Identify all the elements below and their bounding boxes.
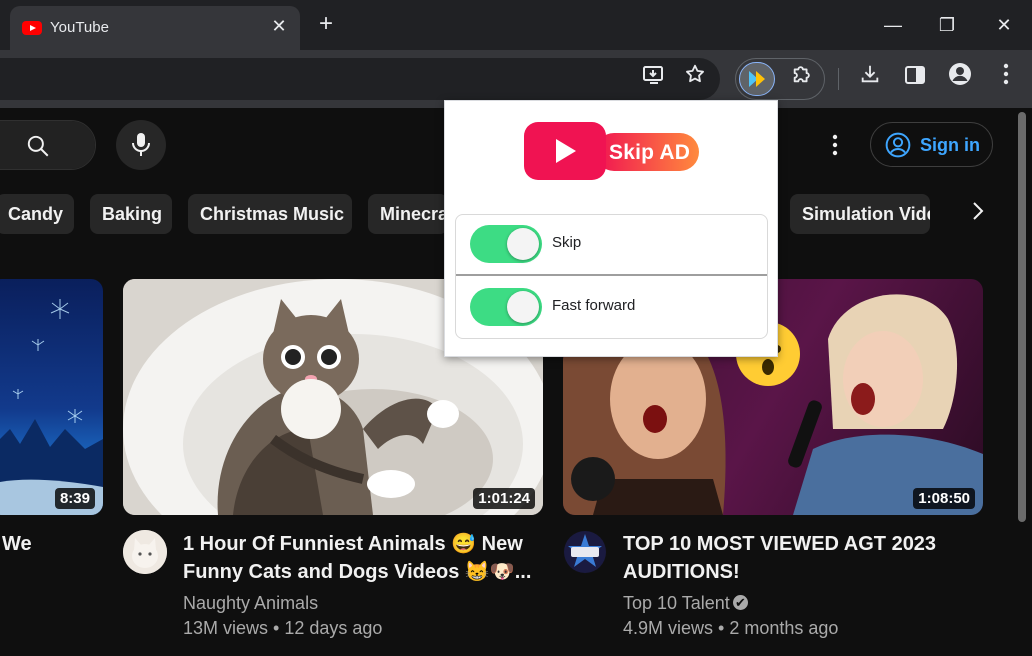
sign-in-label: Sign in	[920, 135, 980, 155]
video-title-line-1[interactable]: 1 Hour Of Funniest Animals 😅 New	[183, 530, 523, 558]
extensions-group	[735, 58, 825, 100]
option-skip: Skip	[456, 215, 767, 276]
voice-search-button[interactable]	[116, 120, 166, 170]
chips-next-chevron-icon[interactable]	[962, 198, 994, 230]
extensions-puzzle-icon[interactable]	[785, 62, 819, 96]
video-title-line-2[interactable]: AUDITIONS!	[623, 558, 740, 586]
video-meta: 13M views • 12 days ago	[183, 618, 383, 638]
restore-window-button[interactable]: ❐	[932, 10, 962, 40]
channel-name[interactable]: Top 10 Talent	[623, 593, 730, 614]
minimize-window-button[interactable]: —	[878, 10, 908, 40]
top10-talent-avatar-image	[564, 531, 606, 573]
skip-ad-logo-text: Skip AD	[609, 141, 691, 164]
chip-christmas-music[interactable]: Christmas Music	[188, 194, 352, 234]
new-tab-button[interactable]: +	[313, 11, 339, 37]
more-vert-icon	[832, 134, 838, 156]
search-button[interactable]	[0, 121, 95, 169]
page-scrollbar[interactable]	[1018, 112, 1026, 522]
browser-tab-strip: YouTube ✕ + — ❐ ✕	[0, 0, 1032, 50]
tab-close-icon[interactable]: ✕	[268, 15, 290, 37]
tab-title: YouTube	[50, 19, 109, 36]
bookmark-star-icon[interactable]	[678, 62, 712, 96]
chip-candy[interactable]: Candy	[0, 194, 74, 234]
microphone-icon	[132, 133, 150, 156]
side-panel-icon[interactable]	[898, 62, 932, 96]
video-meta: 4.9M views • 2 months ago	[623, 618, 839, 638]
skip-toggle[interactable]	[470, 225, 542, 263]
video-duration: 8:39	[54, 488, 95, 509]
close-window-button[interactable]: ✕	[989, 10, 1019, 40]
skip-label: Skip	[552, 234, 582, 251]
toggle-knob	[507, 228, 539, 260]
video-thumbnail[interactable]: 8:39	[0, 279, 103, 515]
sign-in-button[interactable]: Sign in	[870, 122, 993, 167]
search-box[interactable]	[0, 120, 96, 170]
youtube-favicon-icon	[22, 21, 42, 35]
video-duration: 1:01:24	[473, 488, 535, 509]
fireworks-thumbnail-image	[0, 299, 103, 515]
chrome-menu-icon[interactable]	[989, 62, 1023, 96]
verified-badge-icon: ✔	[733, 595, 748, 610]
options-panel: Skip Fast forward	[455, 214, 768, 339]
chip-baking[interactable]: Baking	[90, 194, 172, 234]
channel-avatar[interactable]	[123, 530, 167, 574]
install-app-icon[interactable]	[637, 62, 671, 96]
video-title-line-1[interactable]: TOP 10 MOST VIEWED AGT 2023	[623, 530, 936, 558]
settings-menu-button[interactable]	[823, 130, 847, 160]
downloads-icon[interactable]	[853, 62, 887, 96]
toolbar-divider	[838, 68, 839, 90]
video-duration: 1:08:50	[913, 488, 975, 509]
skip-ad-extension-button[interactable]	[739, 62, 775, 96]
chip-minecraft[interactable]: Minecraft	[368, 194, 448, 234]
fast-forward-toggle[interactable]	[470, 288, 542, 326]
channel-avatar[interactable]	[563, 530, 607, 574]
toggle-knob	[507, 291, 539, 323]
skip-ad-extension-popup: Skip AD Skip Fast forward	[444, 100, 778, 357]
video-title-line-2[interactable]: Funny Cats and Dogs Videos 😸🐶...	[183, 558, 531, 586]
channel-name[interactable]: Naughty Animals	[183, 593, 318, 614]
browser-tab-youtube[interactable]: YouTube ✕	[10, 6, 300, 50]
chip-simulation-videos[interactable]: Simulation Videos	[790, 194, 930, 234]
profile-avatar-icon[interactable]	[943, 62, 977, 96]
cat-avatar-image	[123, 530, 167, 574]
option-fast-forward: Fast forward	[456, 278, 767, 338]
fast-forward-icon	[749, 71, 765, 87]
search-icon	[27, 135, 49, 157]
address-bar[interactable]	[0, 58, 720, 100]
account-circle-icon	[885, 132, 911, 158]
fast-forward-label: Fast forward	[552, 297, 636, 314]
video-title[interactable]: We	[2, 530, 32, 558]
play-logo-icon	[524, 122, 606, 180]
